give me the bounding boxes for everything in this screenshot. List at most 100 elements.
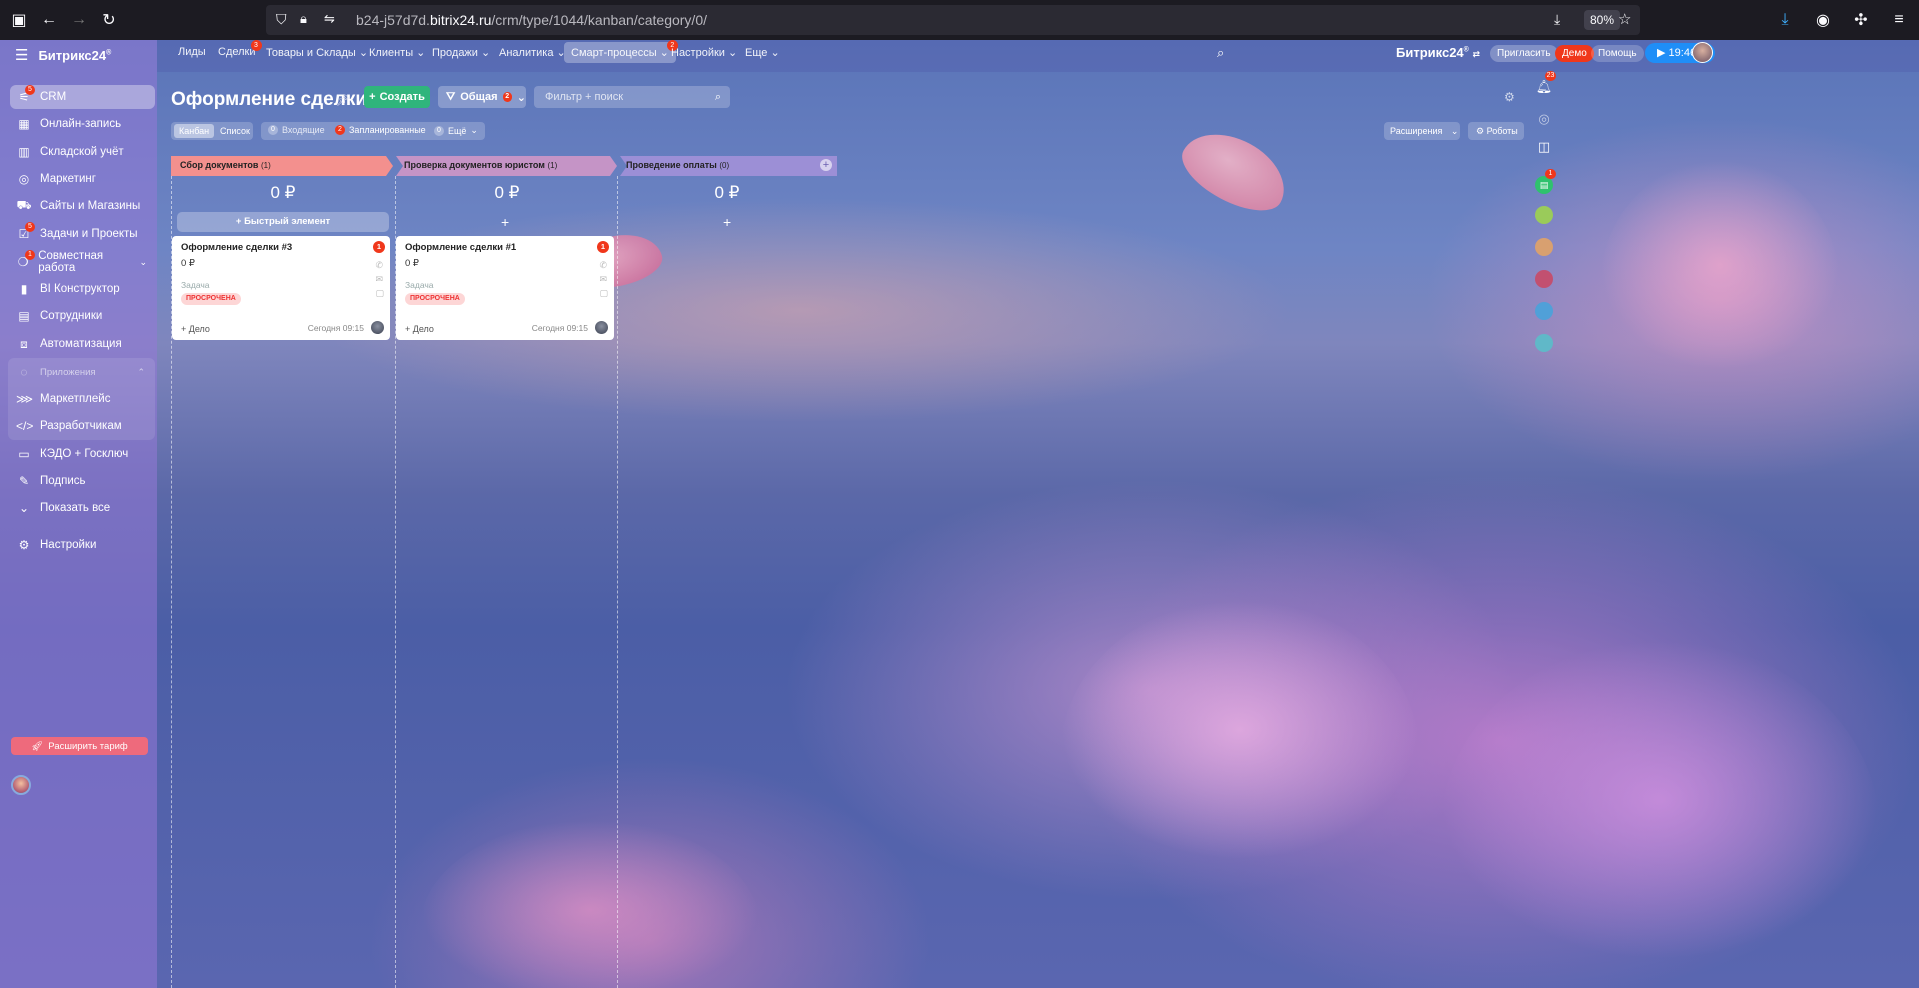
phone-icon[interactable]: ✆: [375, 260, 384, 271]
settings-rail-icon[interactable]: ◎: [1531, 106, 1557, 132]
kanban-card[interactable]: Оформление сделки #1 1 0 ₽ ✆ ✉ ▢ Задача …: [396, 236, 614, 340]
burger-menu-icon[interactable]: ☰: [15, 46, 28, 64]
sidebar-item-sites[interactable]: ⛟ Сайты и Магазины: [10, 194, 155, 218]
chat-bubble-icon[interactable]: ◫: [1531, 134, 1557, 160]
nav-smart-processes[interactable]: Смарт-процессы ⌄ 2: [564, 40, 678, 63]
mail-icon[interactable]: ✉: [599, 274, 608, 285]
counter-planned[interactable]: 2 Запланированные: [335, 125, 426, 135]
create-button[interactable]: + Создать: [364, 86, 430, 108]
sidebar-item-employees[interactable]: ▤ Сотрудники: [10, 304, 155, 328]
sidebar-item-collaboration[interactable]: ❍ 1 Совместная работа ⌄: [10, 250, 155, 274]
nav-products[interactable]: Товары и Склады ⌄: [266, 46, 368, 59]
nav-analytics[interactable]: Аналитика ⌄: [499, 46, 566, 59]
user-avatar[interactable]: [11, 775, 31, 795]
downloads-icon[interactable]: ⤓: [1770, 5, 1800, 35]
stage-header-2[interactable]: Проведение оплаты (0): [617, 156, 837, 175]
account-icon[interactable]: ◉: [1808, 5, 1838, 35]
add-activity-link[interactable]: + Дело: [181, 324, 210, 334]
help-button[interactable]: Помощь: [1591, 45, 1644, 62]
contact-avatar-icon[interactable]: [1531, 298, 1557, 324]
contact-avatar-icon[interactable]: [1531, 234, 1557, 260]
invite-button[interactable]: Пригласить: [1490, 45, 1558, 62]
sidebar-item-signature[interactable]: ✎ Подпись: [10, 469, 155, 493]
phone-icon[interactable]: ✆: [599, 260, 608, 271]
search-icon[interactable]: ⌕: [715, 86, 721, 108]
search-icon[interactable]: ⌕: [1217, 45, 1224, 61]
sidebar-item-settings[interactable]: ⚙ Настройки: [10, 533, 155, 557]
card-title[interactable]: Оформление сделки #3: [181, 242, 292, 253]
stage-header-0[interactable]: Сбор документов (1): [171, 156, 391, 175]
nav-leads[interactable]: Лиды: [178, 46, 206, 58]
chevron-up-icon[interactable]: ⌃: [137, 367, 145, 378]
demo-badge[interactable]: Демо: [1555, 45, 1594, 62]
flower-decoration: [1060, 600, 1420, 860]
forward-icon[interactable]: →: [64, 5, 94, 35]
contact-avatar-icon[interactable]: [1531, 330, 1557, 356]
extensions-icon[interactable]: ✣: [1846, 5, 1876, 35]
sidebar-item-developers[interactable]: </> Разработчикам: [10, 414, 155, 438]
sidebar-item-crm[interactable]: ⚟ 5 CRM: [10, 85, 155, 109]
menu-icon[interactable]: ≡: [1884, 5, 1914, 35]
chevron-down-icon: ⌄: [358, 47, 369, 59]
sidebar-item-inventory[interactable]: ▥ Складской учёт: [10, 140, 155, 164]
lock-icon[interactable]: 🔒︎: [300, 11, 307, 27]
back-icon[interactable]: ←: [34, 5, 64, 35]
bookmark-star-icon[interactable]: ☆: [1618, 10, 1631, 28]
nav-deals[interactable]: Сделки 3: [218, 40, 262, 58]
card-user-avatar[interactable]: [371, 321, 384, 334]
sidebar-item-bi[interactable]: ▮ BI Конструктор: [10, 277, 155, 301]
sidebar-item-marketplace[interactable]: ⋙ Маркетплейс: [10, 387, 155, 411]
extensions-button[interactable]: Расширения ⌄: [1384, 122, 1460, 140]
header-avatar[interactable]: [1692, 42, 1713, 63]
card-title[interactable]: Оформление сделки #1: [405, 242, 516, 253]
add-stage-icon[interactable]: +: [820, 159, 832, 171]
save-page-icon[interactable]: ⤓: [1554, 11, 1560, 28]
url-text[interactable]: b24-j57d7d.bitrix24.ru/crm/type/1044/kan…: [356, 12, 707, 28]
nav-settings[interactable]: Настройки ⌄: [671, 46, 737, 59]
nav-more[interactable]: Еще ⌄: [745, 46, 780, 59]
kanban-card[interactable]: Оформление сделки #3 1 0 ₽ ✆ ✉ ▢ Задача …: [172, 236, 390, 340]
filter-search-input[interactable]: Фильтр + поиск ⌕: [534, 86, 730, 108]
zoom-level[interactable]: 80%: [1584, 10, 1621, 30]
nav-clients[interactable]: Клиенты ⌄: [369, 46, 425, 59]
category-selector[interactable]: ⛛ Общая 2 ⌄: [438, 86, 526, 108]
reload-icon[interactable]: ↻: [94, 5, 124, 35]
add-activity-link[interactable]: + Дело: [405, 324, 434, 334]
url-bar[interactable]: ⛉ 🔒︎ ⇋ b24-j57d7d.bitrix24.ru/crm/type/1…: [266, 5, 1640, 35]
pin-icon[interactable]: 📌︎: [336, 94, 350, 107]
contact-avatar-icon[interactable]: [1531, 202, 1557, 228]
chevron-down-icon[interactable]: ⌄: [139, 257, 147, 268]
add-item-plus-icon[interactable]: +: [501, 214, 509, 230]
add-item-plus-icon[interactable]: +: [723, 214, 731, 230]
stage-header-1[interactable]: Проверка документов юристом (1): [395, 156, 615, 175]
chat-icon[interactable]: ▢: [375, 288, 384, 299]
contact-avatar-icon[interactable]: [1531, 266, 1557, 292]
counter-incoming[interactable]: 0 Входящие: [268, 125, 325, 135]
sidebar-item-online-booking[interactable]: ▦ Онлайн-запись: [10, 112, 155, 136]
robots-button[interactable]: ⚙ Роботы: [1468, 122, 1524, 140]
collaboration-icon: ❍ 1: [16, 250, 35, 269]
expand-plan-button[interactable]: 🚀︎ Расширить тариф: [11, 737, 148, 755]
mail-icon[interactable]: ✉: [375, 274, 384, 285]
nav-sales[interactable]: Продажи ⌄: [432, 46, 490, 59]
bell-icon[interactable]: 🔔︎ 23: [1531, 71, 1557, 100]
sidebar-item-marketing[interactable]: ◎ Маркетинг: [10, 167, 155, 191]
sidebar-toggle-icon[interactable]: ▣: [4, 5, 34, 35]
tab-kanban[interactable]: Канбан: [174, 124, 215, 138]
sidebar-item-automation[interactable]: ⧈ Автоматизация: [10, 332, 155, 356]
settings-gear-icon[interactable]: ⚙: [1504, 90, 1515, 104]
sidebar-brand[interactable]: Битрикс24®: [38, 48, 111, 63]
quick-item-button[interactable]: + Быстрый элемент: [177, 212, 389, 232]
sidebar-item-show-all[interactable]: ⌄ Показать все: [10, 496, 155, 520]
tab-list[interactable]: Список: [215, 124, 255, 138]
header-brand[interactable]: Битрикс24® ⇄: [1396, 45, 1480, 60]
apps-group-header[interactable]: ◌ Приложения ⌃: [10, 360, 155, 384]
open-channel-icon[interactable]: ▤ 1: [1531, 169, 1557, 198]
card-user-avatar[interactable]: [595, 321, 608, 334]
permissions-icon[interactable]: ⇋: [324, 11, 335, 27]
sidebar-item-tasks[interactable]: ☑ 5 Задачи и Проекты: [10, 222, 155, 246]
sidebar-item-kedo[interactable]: ▭ КЭДО + Госключ: [10, 442, 155, 466]
chat-icon[interactable]: ▢: [599, 288, 608, 299]
counter-more[interactable]: 0 Ещё ⌄: [434, 125, 478, 136]
shield-icon[interactable]: ⛉: [276, 11, 287, 28]
